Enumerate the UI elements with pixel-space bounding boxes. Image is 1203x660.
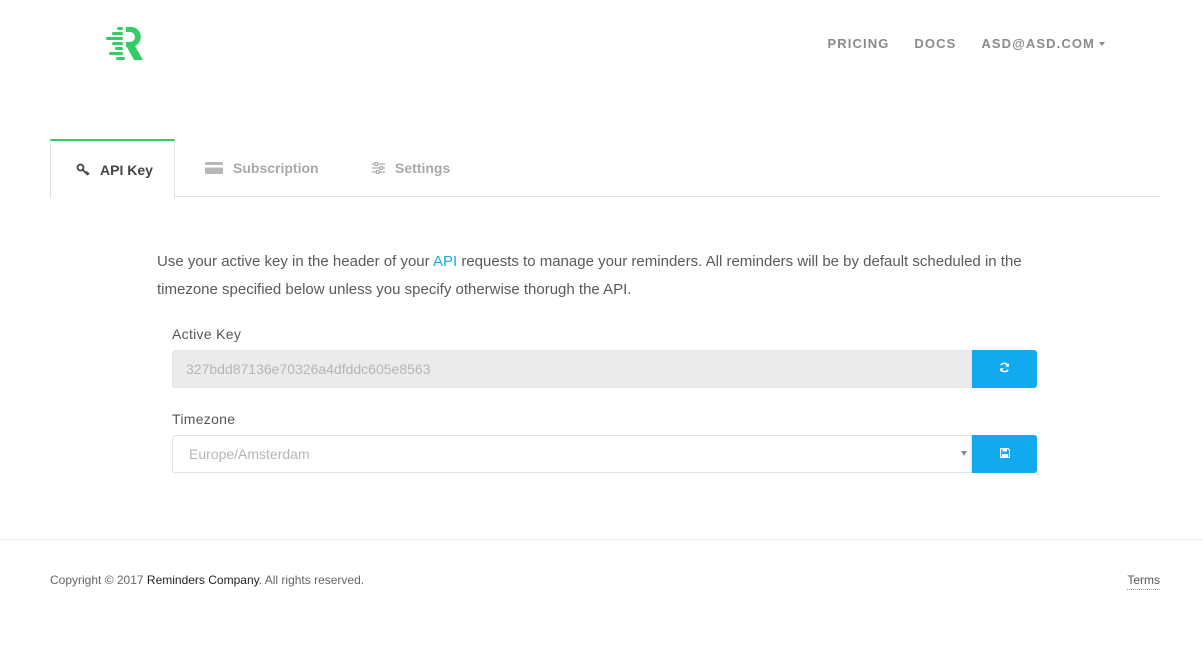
nav-pricing-link[interactable]: PRICING bbox=[828, 36, 890, 51]
company-link[interactable]: Reminders Company bbox=[147, 573, 259, 587]
active-key-label: Active Key bbox=[172, 326, 242, 342]
save-icon bbox=[999, 445, 1010, 463]
nav-docs-link[interactable]: DOCS bbox=[914, 36, 956, 51]
account-dropdown[interactable]: ASD@ASD.COM bbox=[981, 36, 1105, 51]
top-nav: PRICING DOCS ASD@ASD.COM bbox=[828, 36, 1105, 51]
credit-card-icon bbox=[205, 162, 223, 174]
tab-subscription[interactable]: Subscription bbox=[205, 139, 343, 197]
api-docs-link[interactable]: API bbox=[433, 253, 457, 270]
tab-api-key[interactable]: API Key bbox=[50, 139, 175, 198]
settings-tabs: API Key Subscription Settings bbox=[50, 139, 1160, 198]
active-key-input[interactable]: 327bdd87136e70326a4dfddc605e8563 bbox=[172, 350, 972, 388]
timezone-select[interactable]: Europe/Amsterdam bbox=[172, 435, 972, 473]
regenerate-key-button[interactable] bbox=[972, 350, 1037, 388]
tab-label: Subscription bbox=[233, 160, 319, 176]
tab-settings[interactable]: Settings bbox=[372, 139, 450, 197]
tab-label: Settings bbox=[395, 160, 451, 176]
account-email: ASD@ASD.COM bbox=[981, 36, 1095, 51]
key-icon bbox=[76, 163, 90, 177]
timezone-label: Timezone bbox=[172, 411, 236, 427]
refresh-icon bbox=[999, 360, 1010, 378]
tab-label: API Key bbox=[100, 161, 153, 178]
sliders-icon bbox=[372, 162, 385, 174]
caret-down-icon bbox=[1099, 41, 1105, 46]
intro-text: Use your active key in the header of you… bbox=[157, 253, 433, 270]
select-arrow-icon bbox=[961, 451, 967, 456]
reminders-logo-icon[interactable] bbox=[106, 26, 144, 62]
save-timezone-button[interactable] bbox=[972, 435, 1037, 473]
copyright-text: Copyright © 2017 Reminders Company. All … bbox=[50, 573, 364, 587]
timezone-selected-value: Europe/Amsterdam bbox=[189, 446, 310, 462]
terms-link[interactable]: Terms bbox=[1127, 573, 1160, 590]
copyright-suffix: . All rights reserved. bbox=[258, 573, 365, 587]
copyright-prefix: Copyright © 2017 bbox=[50, 573, 147, 587]
header: PRICING DOCS ASD@ASD.COM bbox=[0, 0, 1203, 90]
api-key-description: Use your active key in the header of you… bbox=[157, 248, 1047, 304]
footer-divider bbox=[0, 539, 1203, 540]
